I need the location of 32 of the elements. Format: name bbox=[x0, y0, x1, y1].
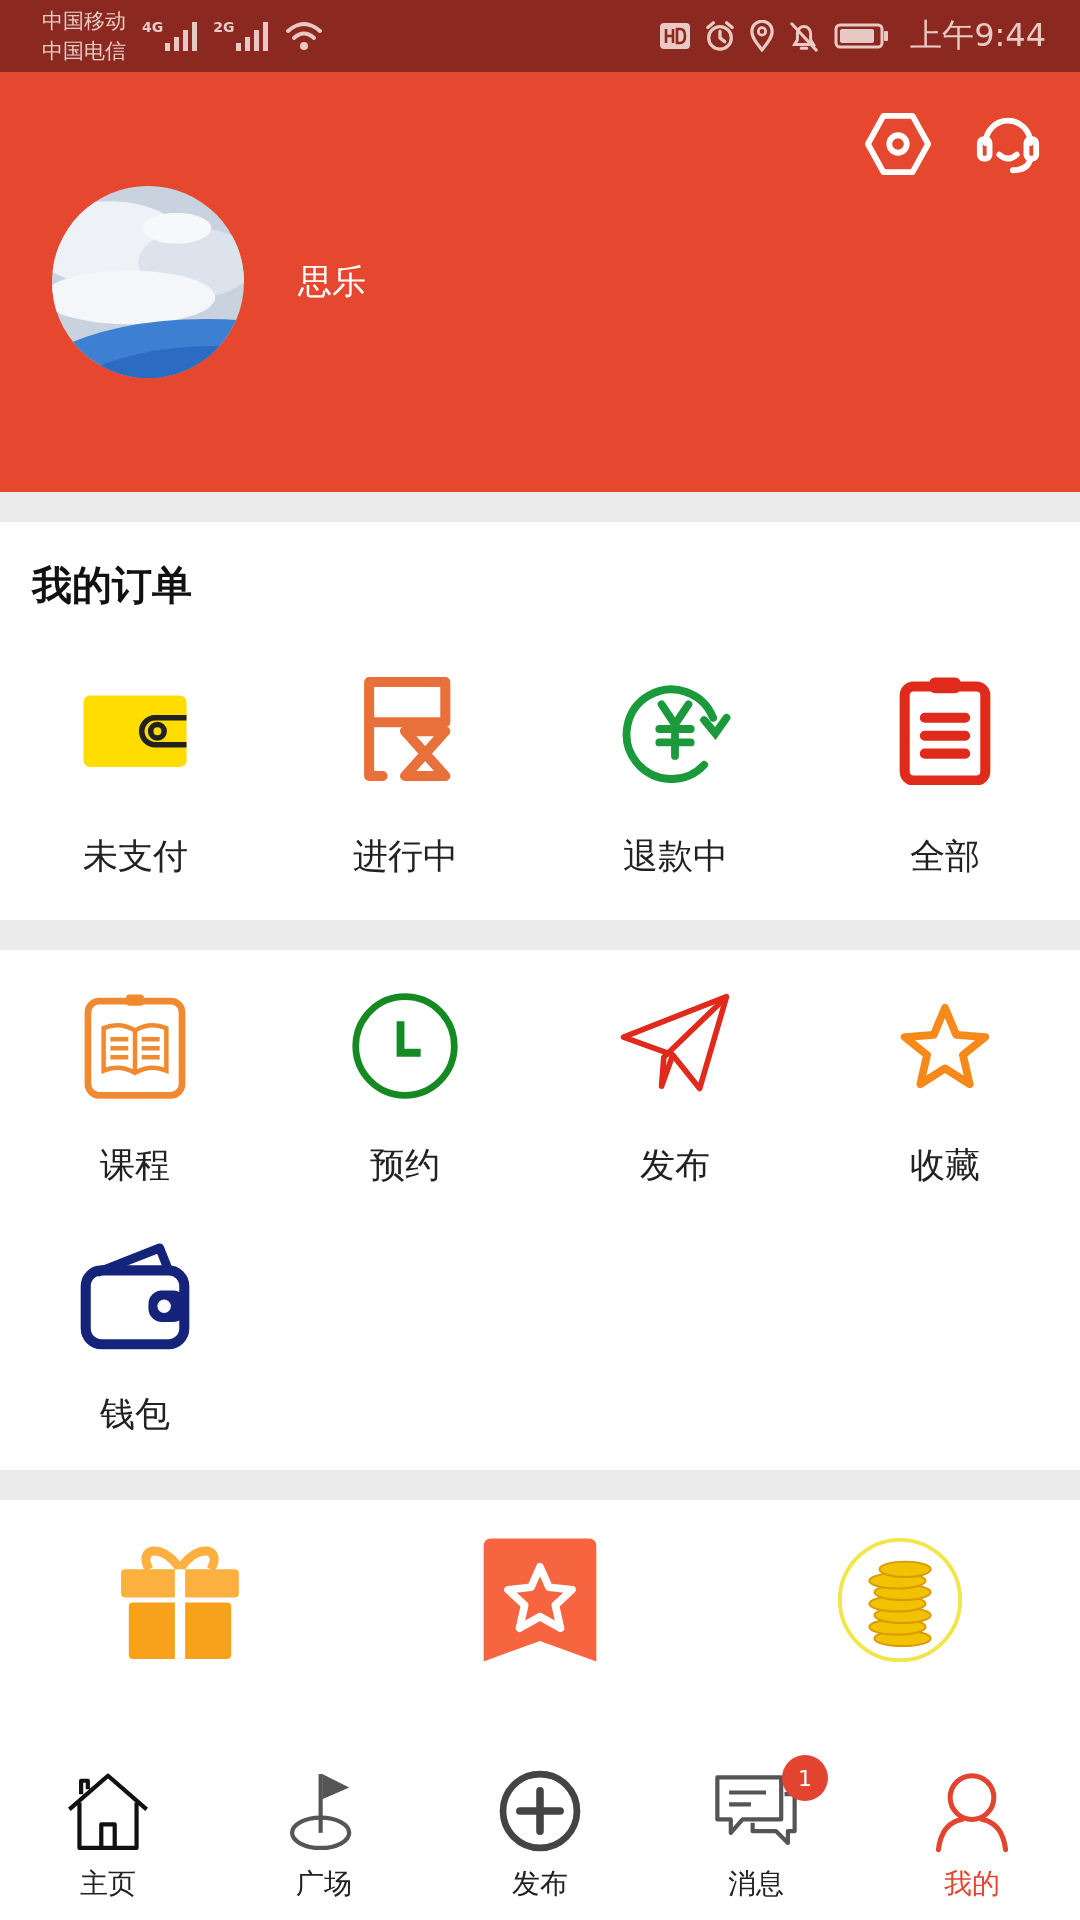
tab[interactable]: 发布 bbox=[440, 1749, 640, 1911]
menu-item[interactable]: 退款中 bbox=[540, 673, 810, 880]
menu-item[interactable]: 课程 bbox=[0, 990, 270, 1189]
clock-time: 上午9:44 bbox=[910, 15, 1046, 56]
section-title: 我的订单 bbox=[30, 561, 193, 610]
location-icon bbox=[750, 20, 775, 52]
menu-item[interactable]: 全部 bbox=[810, 673, 1080, 880]
settings-icon[interactable] bbox=[864, 110, 932, 178]
coin-stack-icon[interactable] bbox=[836, 1536, 964, 1664]
menu-item[interactable]: 进行中 bbox=[270, 673, 540, 880]
tab[interactable]: 广场 bbox=[224, 1749, 424, 1911]
alarm-icon bbox=[704, 20, 737, 52]
mute-bell-icon bbox=[788, 20, 821, 52]
network-type: 4G bbox=[142, 19, 164, 35]
add-icon bbox=[498, 1769, 582, 1853]
carrier-name: 中国移动 bbox=[42, 8, 126, 35]
user-name: 思乐 bbox=[298, 260, 366, 303]
menu-item[interactable]: 预约 bbox=[270, 990, 540, 1189]
tab[interactable]: 我的 bbox=[872, 1749, 1072, 1911]
menu-item[interactable]: 钱包 bbox=[0, 1239, 270, 1438]
menu-item[interactable]: 收藏 bbox=[810, 990, 1080, 1189]
unread-badge: 1 bbox=[782, 1755, 828, 1801]
carrier-name: 中国电信 bbox=[42, 38, 126, 65]
clock-icon bbox=[349, 990, 461, 1102]
hd-icon bbox=[660, 23, 691, 49]
tab[interactable]: 主页 bbox=[8, 1749, 208, 1911]
menu-item[interactable]: 未支付 bbox=[0, 673, 270, 880]
battery-icon bbox=[834, 22, 891, 50]
menu-item[interactable]: 发布 bbox=[540, 990, 810, 1189]
wifi-icon bbox=[284, 19, 325, 53]
network-type: 2G bbox=[213, 19, 235, 35]
tab[interactable]: 1 消息 bbox=[656, 1749, 856, 1911]
